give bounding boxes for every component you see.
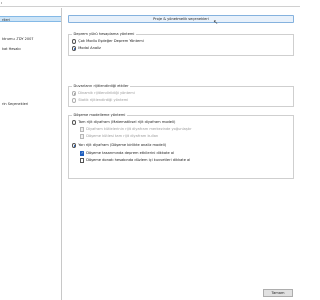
checkbox-unchecked-icon[interactable]	[80, 158, 85, 163]
option-label: Tam rijit diyafram (Matematiksel rijit d…	[78, 120, 176, 124]
checkbox-checked-icon[interactable]: ✓	[80, 151, 85, 156]
mouse-cursor-icon: ↖	[213, 19, 219, 26]
load-method-option-2[interactable]: Modal Analiz	[72, 46, 101, 51]
option-label: Statik rijitlendirdiği yöntemi	[78, 98, 129, 102]
option-label: Çok Modlu Eşdeğer Deprem Yöntemi	[78, 39, 144, 43]
ok-button[interactable]: Tamam	[263, 289, 293, 297]
slab-model-title: Döşeme modelleme yöntemi	[72, 113, 127, 118]
load-method-group: Deprem yükü hesaplama yöntemi Çok Modlu …	[68, 32, 294, 56]
checkbox-unchecked-icon[interactable]	[80, 127, 85, 132]
sidebar-item[interactable]	[0, 64, 61, 70]
option-label: Döşeme kütlesi tam rijit diyafram kullan	[86, 134, 159, 138]
sidebar-item[interactable]: kat Hesabı	[0, 46, 61, 52]
slab-model-group: Döşeme modelleme yöntemi Tam rijit diyaf…	[68, 113, 294, 179]
settings-panel: Proje & yönetmelik seçenekleri ↖ Deprem …	[63, 8, 300, 278]
option-label: Modal Analiz	[78, 46, 101, 50]
option-label: Dinamik rijitlendirildiği yöntemi	[78, 91, 135, 95]
sidebar-item[interactable]	[0, 71, 61, 77]
option-label: Döşeme tasarımında deprem etkilerini dik…	[86, 151, 175, 155]
radio-unchecked-icon[interactable]	[72, 120, 77, 125]
wall-stiffness-title: Duvarların rijitlendirdiği etkiler	[72, 84, 131, 89]
semi-rigid-sub-option-1[interactable]: ✓ Döşeme tasarımında deprem etkilerini d…	[80, 151, 174, 156]
semi-rigid-diaphragm-option[interactable]: Yarı rijit diyafram (Döşeme birlikte ana…	[72, 143, 166, 148]
radio-checked-icon[interactable]	[72, 91, 77, 96]
sidebar-item[interactable]: ktrumu -TDY 2007	[0, 36, 61, 42]
rigid-diaphragm-option[interactable]: Tam rijit diyafram (Matematiksel rijit d…	[72, 120, 175, 125]
window-title: ı	[1, 1, 2, 6]
radio-checked-icon[interactable]	[72, 46, 77, 51]
option-label: Diyafram kütlelerinin rijit diyafram mer…	[86, 127, 192, 131]
sidebar-item[interactable]	[0, 23, 61, 29]
radio-unchecked-icon[interactable]	[72, 98, 77, 103]
load-method-option-1[interactable]: Çok Modlu Eşdeğer Deprem Yöntemi	[72, 39, 144, 44]
sidebar-item[interactable]	[0, 94, 61, 100]
wall-stiffness-group: Duvarların rijitlendirdiği etkiler Dinam…	[68, 84, 294, 107]
sidebar-item[interactable]	[0, 109, 61, 115]
radio-checked-icon[interactable]	[72, 143, 77, 148]
radio-unchecked-icon[interactable]	[72, 39, 77, 44]
checkbox-unchecked-icon[interactable]	[80, 134, 85, 139]
sidebar-item[interactable]: rin Seçenekleri	[0, 101, 61, 107]
project-settings-button[interactable]: Proje & yönetmelik seçenekleri	[68, 15, 294, 23]
sidebar-item[interactable]	[0, 56, 61, 62]
semi-rigid-sub-option-2[interactable]: Döşeme donatı hesabında düzlem içi kuvve…	[80, 158, 190, 163]
rigid-sub-option-1[interactable]: Diyafram kütlelerinin rijit diyafram mer…	[80, 127, 192, 132]
rigid-sub-option-2[interactable]: Döşeme kütlesi tam rijit diyafram kullan	[80, 134, 158, 139]
settings-sidebar: rileri ktrumu -TDY 2007 kat Hesabı rin S…	[0, 8, 62, 300]
sidebar-item[interactable]	[0, 86, 61, 92]
sidebar-item-selected[interactable]: rileri	[0, 16, 61, 22]
wall-stiffness-option-2[interactable]: Statik rijitlendirdiği yöntemi	[72, 98, 128, 103]
dialog-footer: Tamam	[0, 289, 300, 300]
title-bar: ı	[0, 0, 300, 7]
sidebar-item[interactable]	[0, 9, 61, 15]
load-method-title: Deprem yükü hesaplama yöntemi	[72, 32, 136, 37]
wall-stiffness-option-1[interactable]: Dinamik rijitlendirildiği yöntemi	[72, 91, 135, 96]
option-label: Yarı rijit diyafram (Döşeme birlikte ana…	[78, 143, 167, 147]
sidebar-item[interactable]	[0, 79, 61, 85]
option-label: Döşeme donatı hesabında düzlem içi kuvve…	[86, 158, 191, 162]
